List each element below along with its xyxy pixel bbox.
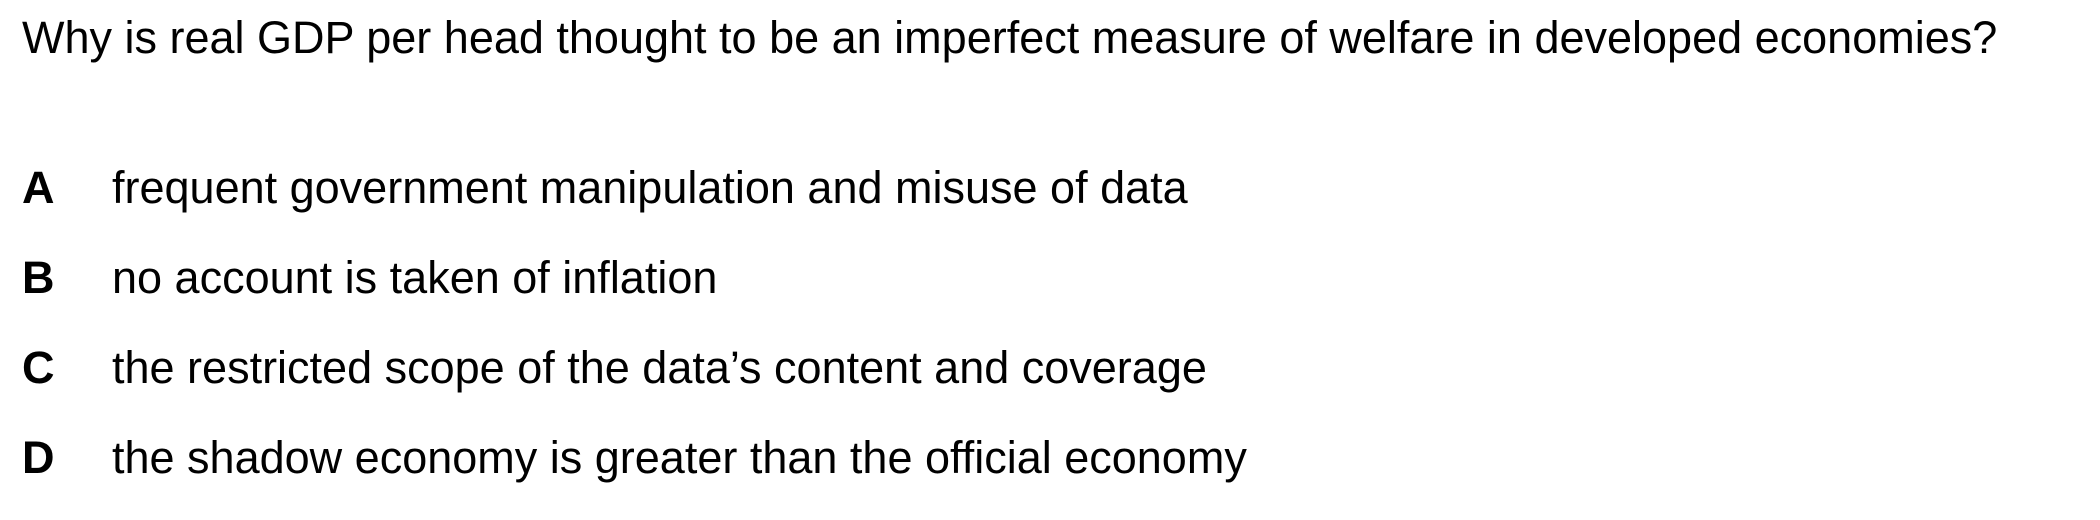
option-b: B no account is taken of inflation: [22, 250, 2012, 340]
answer-options: A frequent government manipulation and m…: [22, 160, 2012, 520]
option-letter: B: [22, 252, 55, 303]
option-text: no account is taken of inflation: [112, 252, 718, 303]
option-a: A frequent government manipulation and m…: [22, 160, 2012, 250]
option-c: C the restricted scope of the data’s con…: [22, 340, 2012, 430]
option-letter: C: [22, 342, 55, 393]
option-text: the shadow economy is greater than the o…: [112, 432, 1247, 483]
option-d: D the shadow economy is greater than the…: [22, 430, 2012, 520]
option-letter: A: [22, 162, 55, 213]
question-text: Why is real GDP per head thought to be a…: [22, 12, 1998, 63]
option-letter: D: [22, 432, 55, 483]
option-text: the restricted scope of the data’s conte…: [112, 342, 1207, 393]
option-text: frequent government manipulation and mis…: [112, 162, 1188, 213]
